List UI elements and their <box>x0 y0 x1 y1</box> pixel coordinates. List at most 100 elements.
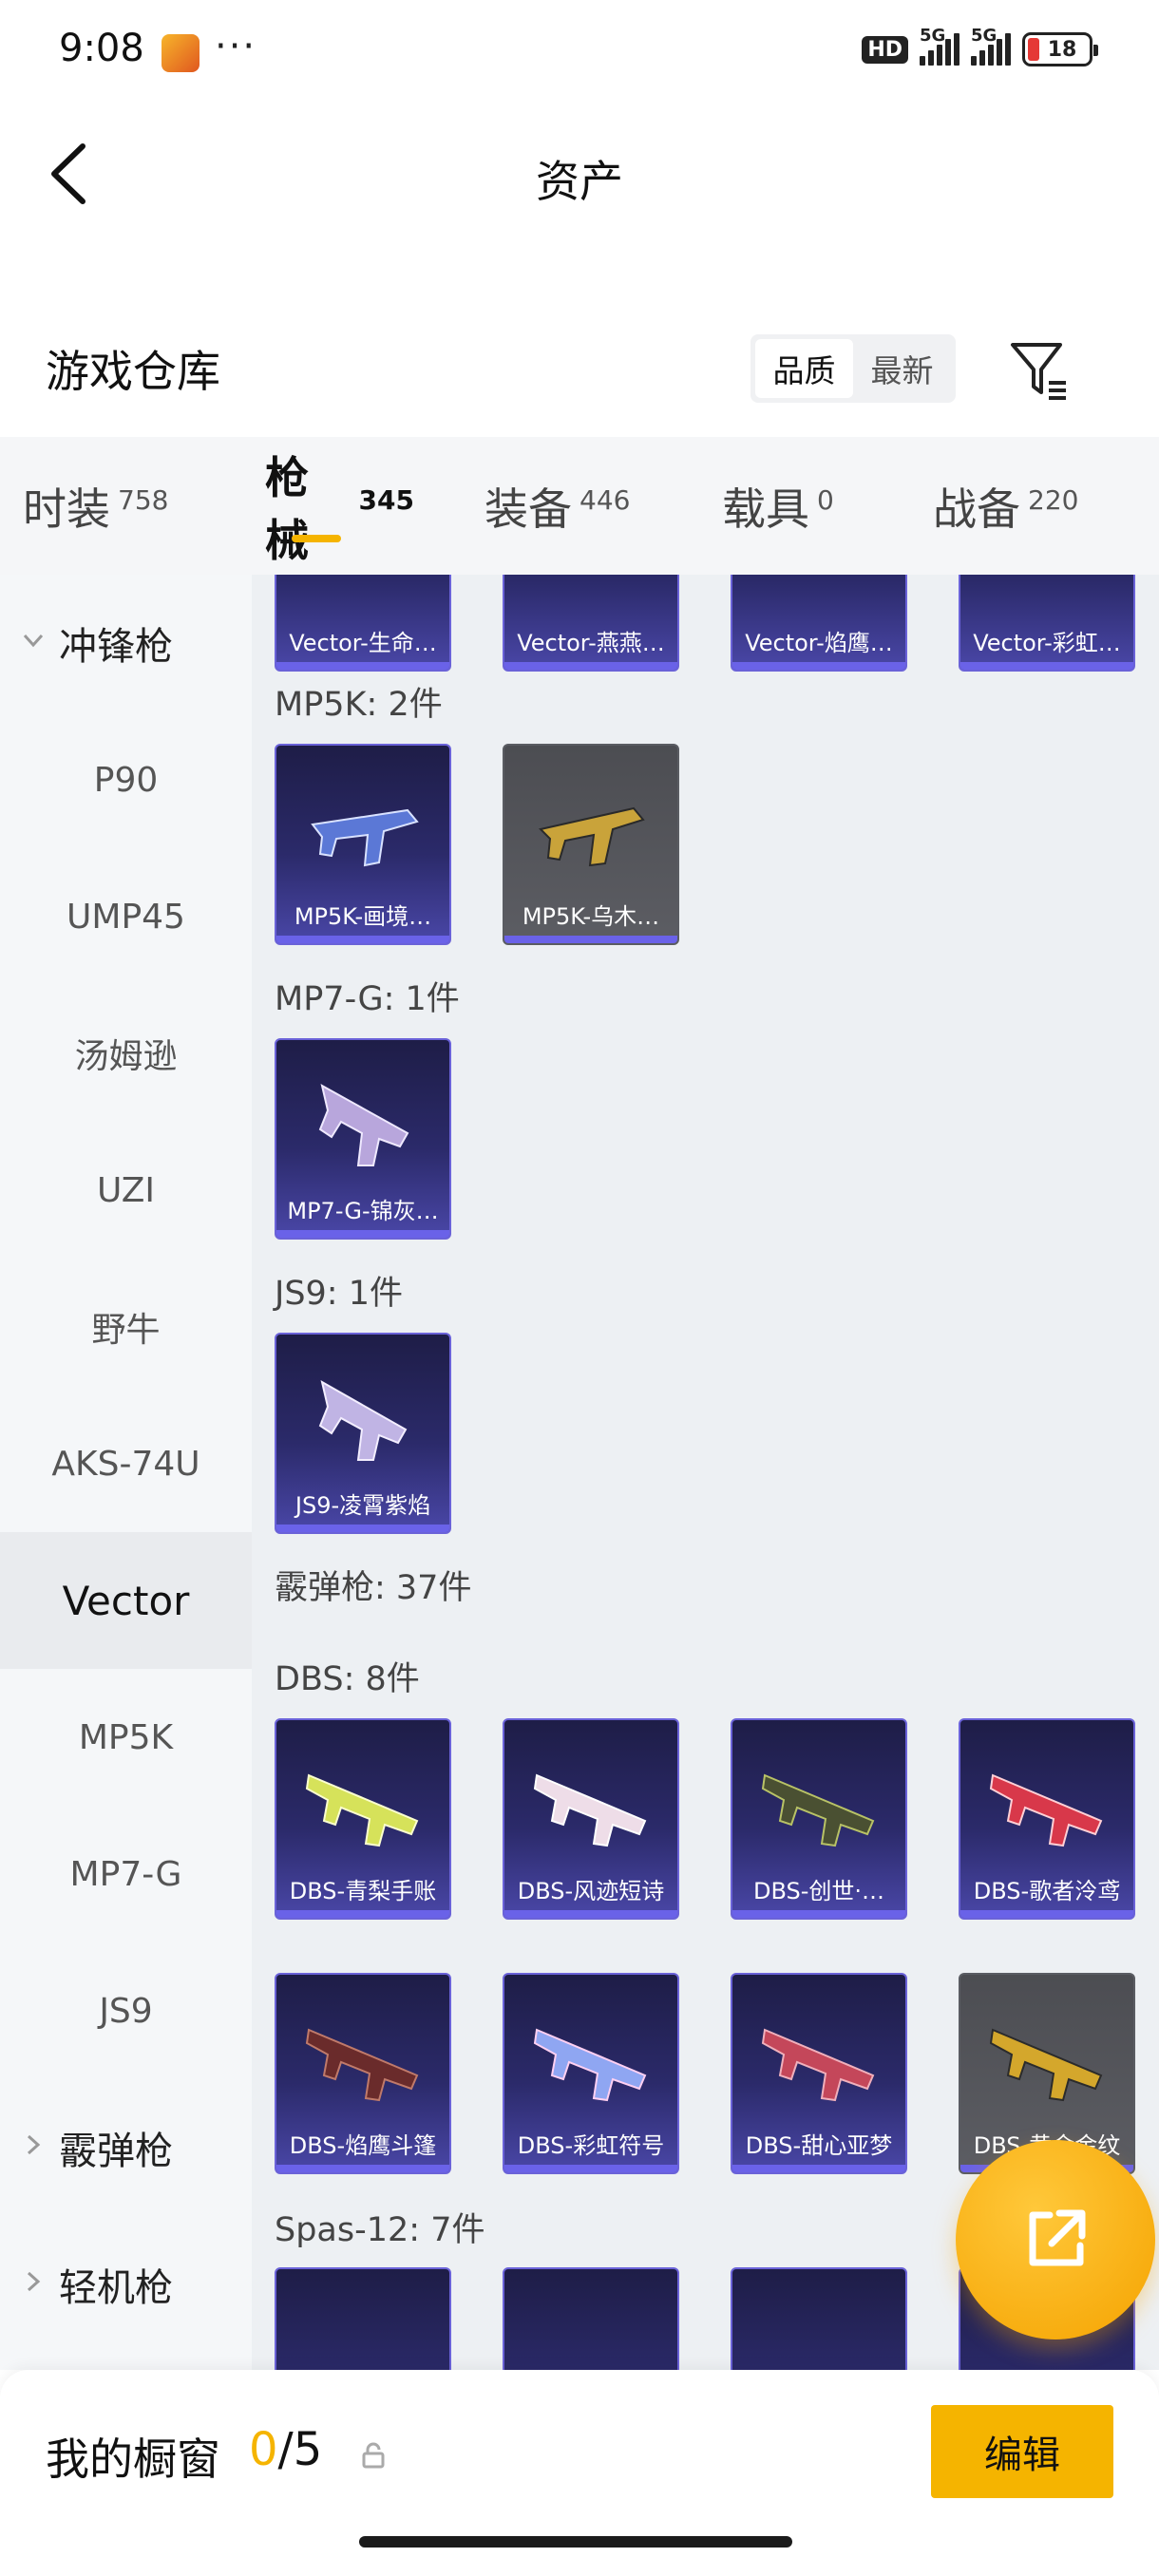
skin-card[interactable]: DBS-焰鹰斗篷 <box>275 1973 451 2174</box>
status-indicators: HD 5G 5G 18 <box>862 26 1098 66</box>
sidebar-group-label: 霰弹枪 <box>59 2130 173 2173</box>
sidebar-group-label: 轻机枪 <box>59 2266 173 2310</box>
sort-toggle: 品质 最新 <box>750 334 956 403</box>
group-label-js9: JS9: 1件 <box>275 1275 403 1313</box>
sidebar-item-js9[interactable]: JS9 <box>0 1942 252 2079</box>
warehouse-title: 游戏仓库 <box>46 346 220 397</box>
tab-count: 446 <box>580 484 631 516</box>
skin-card[interactable]: MP5K-画境… <box>275 744 451 945</box>
notification-app-icon <box>162 34 200 72</box>
skin-card[interactable]: Vector-彩虹… <box>959 575 1135 672</box>
sort-newest-button[interactable]: 最新 <box>853 339 951 398</box>
external-link-icon <box>1029 2209 1086 2266</box>
share-fab-button[interactable] <box>956 2140 1155 2339</box>
sidebar-group-shotgun[interactable]: 霰弹枪 <box>0 2079 252 2216</box>
tab-vehicles[interactable]: 载具 0 <box>686 437 893 575</box>
sidebar-item-vector[interactable]: Vector <box>0 1532 252 1669</box>
skin-card[interactable] <box>275 2267 451 2370</box>
skin-card[interactable]: JS9-凌霄紫焰 <box>275 1333 451 1534</box>
showcase-label: 我的橱窗 <box>46 2434 220 2485</box>
skin-name: DBS-青梨手账 <box>289 1877 437 1904</box>
skin-card[interactable] <box>503 2267 679 2370</box>
skin-card[interactable]: Vector-生命… <box>275 575 451 672</box>
sidebar-group-smg[interactable]: 冲锋枪 <box>0 575 252 711</box>
sidebar-item-p90[interactable]: P90 <box>0 711 252 848</box>
showcase-max: 5 <box>293 2423 323 2476</box>
tab-label: 时装 <box>23 483 110 535</box>
group-label-mp7g: MP7-G: 1件 <box>275 980 460 1018</box>
skin-name: DBS-焰鹰斗篷 <box>289 2131 437 2159</box>
sidebar-group-lmg[interactable]: 轻机枪 <box>0 2216 252 2353</box>
battery-icon: 18 <box>1022 32 1098 66</box>
tab-label: 枪械 <box>265 451 309 566</box>
skin-card[interactable]: DBS-彩虹符号 <box>503 1973 679 2174</box>
sidebar-item-thompson[interactable]: 汤姆逊 <box>0 985 252 1122</box>
tab-equipment[interactable]: 装备 446 <box>437 437 686 575</box>
status-time: 9:08 <box>59 27 144 70</box>
edit-button[interactable]: 编辑 <box>931 2405 1113 2498</box>
skin-card[interactable]: DBS-甜心亚梦 <box>731 1973 907 2174</box>
shotgun-icon <box>989 1773 1103 1847</box>
shotgun-icon <box>533 2028 647 2102</box>
shotgun-icon <box>305 1773 419 1847</box>
page-title: 资产 <box>536 156 623 207</box>
tab-label: 装备 <box>484 483 572 535</box>
group-label-dbs: DBS: 8件 <box>275 1660 420 1698</box>
smg-icon <box>318 1084 409 1166</box>
skin-name: MP5K-乌木… <box>522 902 660 930</box>
filter-button[interactable] <box>1007 337 1074 404</box>
group-label-spas12: Spas-12: 7件 <box>275 2211 485 2249</box>
tab-label: 战备 <box>933 483 1020 535</box>
signal-icon-1: 5G <box>920 26 960 66</box>
status-bar: 9:08 ··· HD 5G 5G 18 <box>0 0 1159 104</box>
sidebar-item-bizon[interactable]: 野牛 <box>0 1259 252 1395</box>
chevron-right-icon <box>21 2269 46 2301</box>
skin-name: MP5K-画境… <box>294 902 432 930</box>
tab-firearms[interactable]: 枪械 345 <box>195 437 437 575</box>
sidebar-item-mp7g[interactable]: MP7-G <box>0 1806 252 1942</box>
showcase-count: 0/5 <box>249 2423 323 2476</box>
lock-icon <box>362 2442 385 2469</box>
group-label-shotgun: 霰弹枪: 37件 <box>275 1569 472 1607</box>
more-notifications-icon: ··· <box>215 25 257 68</box>
skin-card[interactable]: Vector-焰鹰… <box>731 575 907 672</box>
skin-name: Vector-彩虹… <box>973 629 1121 656</box>
smg-icon <box>318 1380 408 1461</box>
skin-name: Vector-生命… <box>289 629 437 656</box>
tab-count: 758 <box>118 484 169 516</box>
sidebar-item-mp5k[interactable]: MP5K <box>0 1669 252 1806</box>
sort-quality-button[interactable]: 品质 <box>755 339 853 398</box>
skin-card[interactable]: DBS-风迹短诗 <box>503 1718 679 1920</box>
battery-level: 18 <box>1047 37 1077 62</box>
skin-card[interactable] <box>731 2267 907 2370</box>
showcase-current: 0 <box>249 2423 278 2476</box>
tab-combat-prep[interactable]: 战备 220 <box>893 437 1150 575</box>
smg-icon <box>311 808 419 867</box>
skin-name: Vector-焰鹰… <box>745 629 893 656</box>
skin-card[interactable]: DBS-青梨手账 <box>275 1718 451 1920</box>
tab-count: 0 <box>817 484 834 516</box>
skin-name: DBS-风迹短诗 <box>517 1877 665 1904</box>
chevron-down-icon <box>21 628 46 659</box>
home-indicator[interactable] <box>359 2536 792 2548</box>
sidebar-item-aks74u[interactable]: AKS-74U <box>0 1395 252 1532</box>
sidebar-item-ump45[interactable]: UMP45 <box>0 848 252 985</box>
sidebar-item-uzi[interactable]: UZI <box>0 1122 252 1259</box>
skin-card[interactable]: MP7-G-锦灰… <box>275 1038 451 1240</box>
tab-fashion[interactable]: 时装 758 <box>0 437 195 575</box>
filter-icon <box>1011 343 1066 400</box>
chevron-right-icon <box>21 2132 46 2164</box>
hd-voice-icon: HD <box>862 35 908 64</box>
skin-card[interactable]: MP5K-乌木… <box>503 744 679 945</box>
skin-card[interactable]: Vector-燕燕… <box>503 575 679 672</box>
shotgun-icon <box>761 2028 875 2102</box>
skin-name: DBS-创世·… <box>752 1877 885 1904</box>
tab-count: 220 <box>1028 484 1079 516</box>
weapon-skin-grid: Vector-生命… Vector-燕燕… Vector-焰鹰… Vector-… <box>252 575 1159 2370</box>
skin-card[interactable]: DBS-创世·… <box>731 1718 907 1920</box>
skin-name: JS9-凌霄紫焰 <box>294 1491 431 1519</box>
skin-name: DBS-彩虹符号 <box>517 2131 665 2159</box>
skin-card[interactable]: DBS-歌者泠鸢 <box>959 1718 1135 1920</box>
showcase-bar: 我的橱窗 0/5 编辑 <box>0 2370 1159 2576</box>
weapon-type-sidebar: 冲锋枪 P90 UMP45 汤姆逊 UZI 野牛 AKS-74U Vector … <box>0 575 252 2370</box>
